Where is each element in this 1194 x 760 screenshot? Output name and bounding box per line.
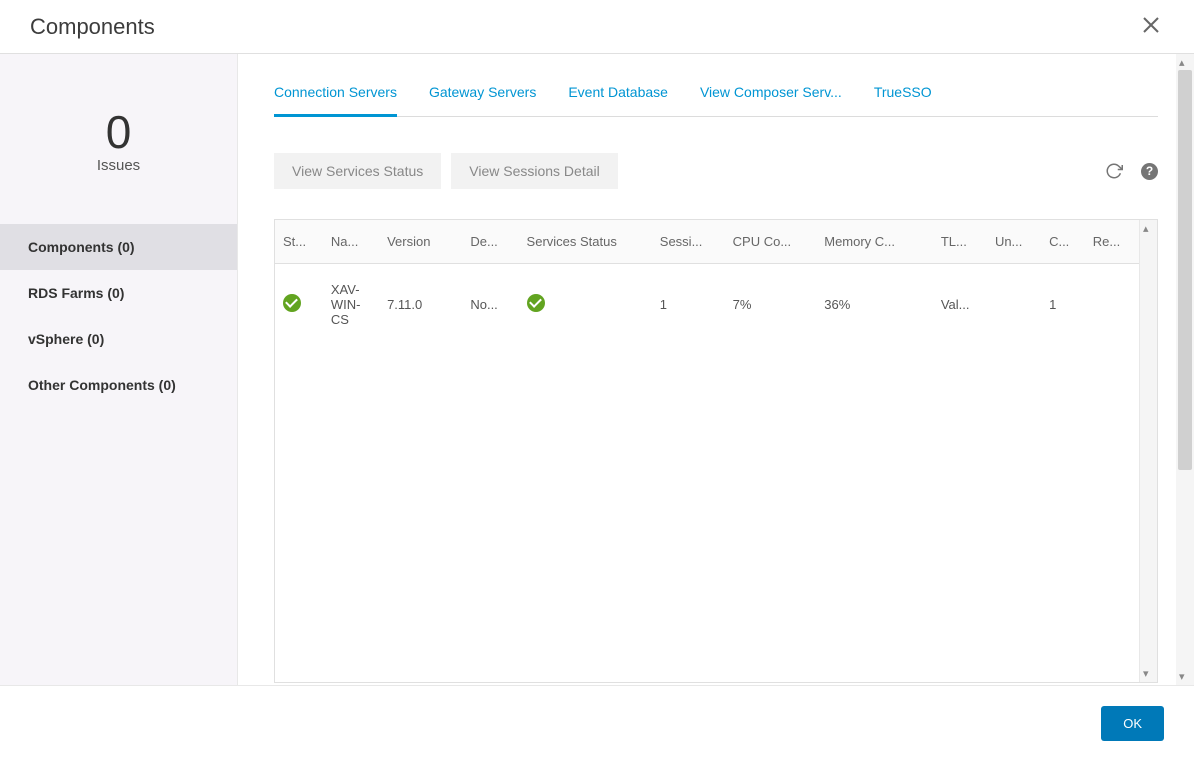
cell-default: No... — [462, 264, 518, 346]
sidebar-item-vsphere[interactable]: vSphere (0) — [0, 316, 237, 362]
issue-count-number: 0 — [0, 109, 237, 155]
table-row[interactable]: XAV-WIN-CS 7.11.0 No... 1 7% 36% Val... … — [275, 264, 1139, 346]
scroll-up-icon: ▴ — [1143, 222, 1149, 235]
main-content: Connection Servers Gateway Servers Event… — [238, 54, 1194, 685]
refresh-icon[interactable] — [1105, 162, 1123, 180]
sidebar: 0 Issues Components (0) RDS Farms (0) vS… — [0, 54, 238, 685]
scroll-thumb[interactable] — [1178, 70, 1192, 470]
ok-button[interactable]: OK — [1101, 706, 1164, 741]
tab-view-composer[interactable]: View Composer Serv... — [700, 84, 842, 117]
cell-replication — [1085, 264, 1139, 346]
col-memory[interactable]: Memory C... — [816, 220, 933, 264]
col-version[interactable]: Version — [379, 220, 462, 264]
scroll-down-icon: ▾ — [1143, 667, 1149, 680]
table-scrollbar[interactable]: ▴ ▾ — [1139, 220, 1157, 682]
tab-event-database[interactable]: Event Database — [568, 84, 668, 117]
page-title: Components — [30, 14, 155, 40]
cell-version: 7.11.0 — [379, 264, 462, 346]
help-icon[interactable]: ? — [1141, 163, 1158, 180]
view-sessions-detail-button[interactable]: View Sessions Detail — [451, 153, 617, 189]
col-replication[interactable]: Re... — [1085, 220, 1139, 264]
col-connections[interactable]: C... — [1041, 220, 1085, 264]
scroll-down-icon: ▾ — [1179, 670, 1185, 683]
issue-count-label: Issues — [0, 157, 237, 174]
col-cpu[interactable]: CPU Co... — [725, 220, 817, 264]
cell-sessions: 1 — [652, 264, 725, 346]
cell-cpu: 7% — [725, 264, 817, 346]
sidebar-nav: Components (0) RDS Farms (0) vSphere (0)… — [0, 224, 237, 408]
dialog-header: Components — [0, 0, 1194, 54]
sidebar-item-components[interactable]: Components (0) — [0, 224, 237, 270]
tabs: Connection Servers Gateway Servers Event… — [274, 84, 1158, 117]
issue-count: 0 Issues — [0, 109, 237, 174]
window-scrollbar[interactable]: ▴ ▾ — [1176, 54, 1194, 685]
table-container: St... Na... Version De... Services Statu… — [274, 219, 1158, 683]
sidebar-item-rds-farms[interactable]: RDS Farms (0) — [0, 270, 237, 316]
col-tls[interactable]: TL... — [933, 220, 987, 264]
col-name[interactable]: Na... — [323, 220, 379, 264]
cell-unauth — [987, 264, 1041, 346]
scroll-up-icon: ▴ — [1179, 56, 1185, 69]
col-unauth[interactable]: Un... — [987, 220, 1041, 264]
dialog-footer: OK — [0, 685, 1194, 760]
tab-gateway-servers[interactable]: Gateway Servers — [429, 84, 536, 117]
close-icon — [1142, 16, 1160, 34]
view-services-status-button[interactable]: View Services Status — [274, 153, 441, 189]
cell-name: XAV-WIN-CS — [323, 264, 379, 346]
cell-tls: Val... — [933, 264, 987, 346]
tab-truesso[interactable]: TrueSSO — [874, 84, 932, 117]
cell-memory: 36% — [816, 264, 933, 346]
cell-connections: 1 — [1041, 264, 1085, 346]
status-ok-icon — [283, 294, 301, 312]
toolbar: View Services Status View Sessions Detai… — [274, 153, 1158, 189]
sidebar-item-other-components[interactable]: Other Components (0) — [0, 362, 237, 408]
table-header-row: St... Na... Version De... Services Statu… — [275, 220, 1139, 264]
col-status[interactable]: St... — [275, 220, 323, 264]
col-services-status[interactable]: Services Status — [519, 220, 652, 264]
close-button[interactable] — [1138, 12, 1164, 42]
servers-table: St... Na... Version De... Services Statu… — [275, 220, 1139, 345]
services-ok-icon — [527, 294, 545, 312]
tab-connection-servers[interactable]: Connection Servers — [274, 84, 397, 117]
col-default[interactable]: De... — [462, 220, 518, 264]
col-sessions[interactable]: Sessi... — [652, 220, 725, 264]
